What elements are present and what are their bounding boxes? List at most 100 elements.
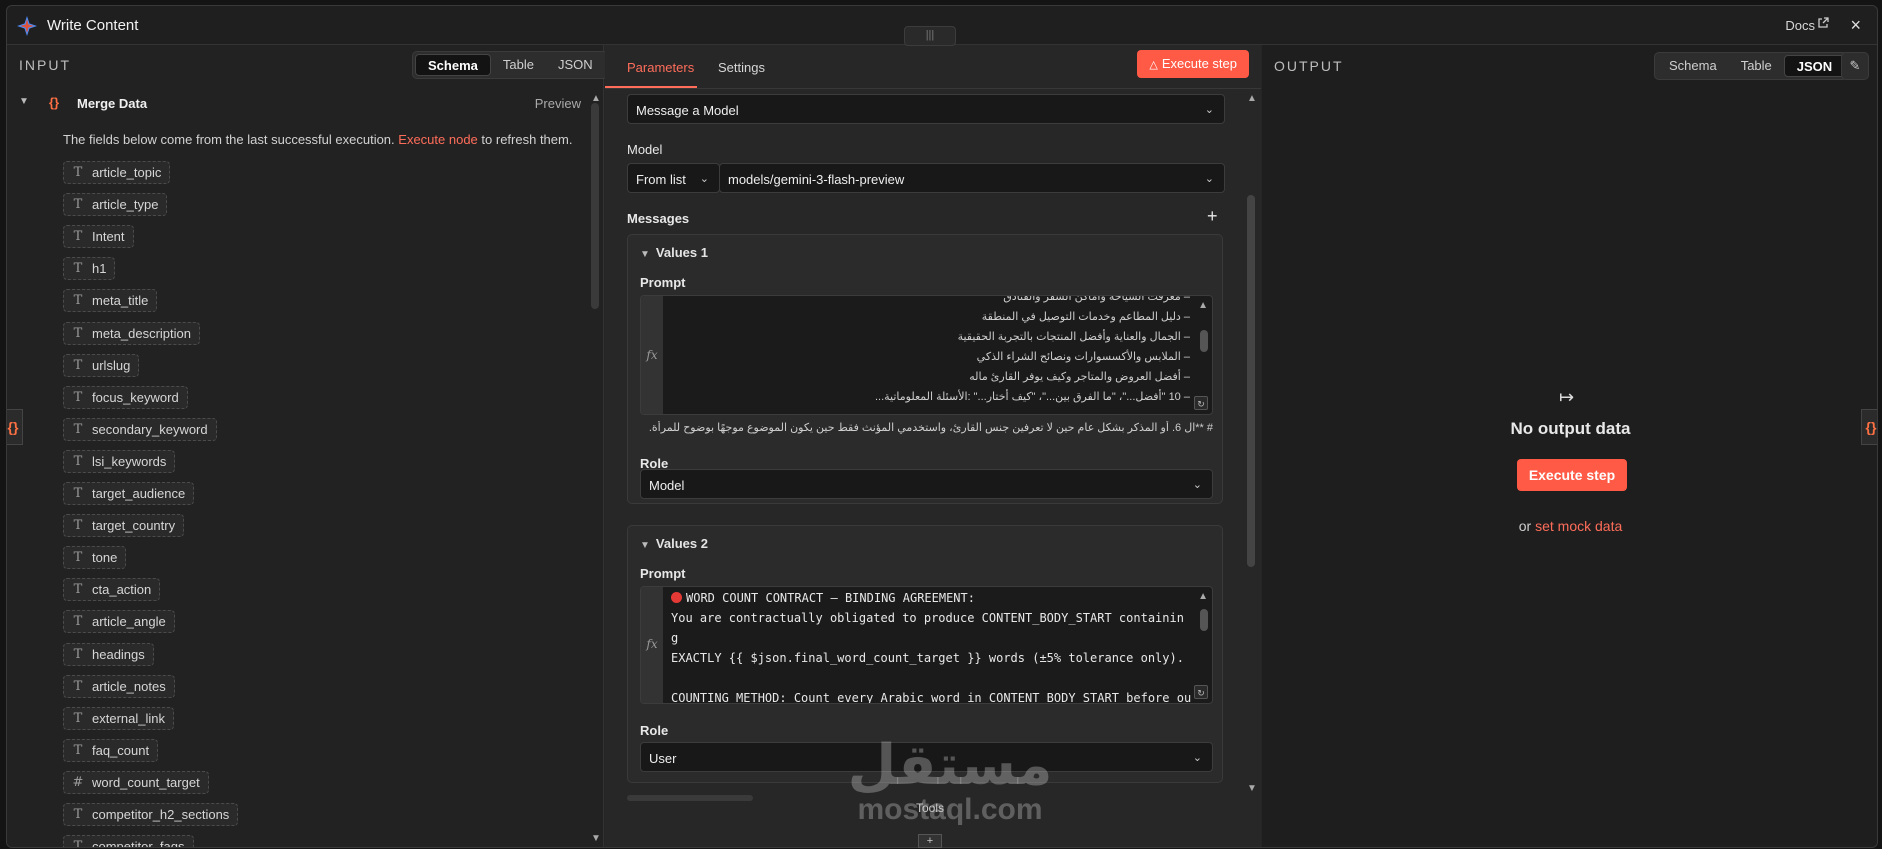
- output-view-tabs: Schema Table JSON: [1654, 52, 1849, 80]
- schema-field[interactable]: Tfaq_count: [63, 738, 159, 762]
- scroll-up-icon[interactable]: ▲: [1247, 93, 1257, 104]
- output-tab-schema[interactable]: Schema: [1657, 55, 1729, 77]
- model-select[interactable]: models/gemini-3-flash-preview ⌄: [719, 163, 1225, 193]
- input-tab-json[interactable]: JSON: [546, 54, 605, 76]
- prompt-line: – دليل المطاعم وخدمات التوصيل في المنطقة: [981, 311, 1190, 323]
- expand-editor-icon[interactable]: ↻: [1194, 685, 1208, 699]
- watermark-logo: مستقل mostaql.com: [820, 735, 1080, 825]
- message-values-1: ▼ Values 1 Prompt fx – معرفت السياحة وأما…: [627, 234, 1223, 504]
- active-tab-indicator: [605, 86, 697, 88]
- field-name: h1: [92, 261, 107, 277]
- prompt-line: – الجمال والعناية وأفضل المنتجات بالتجرب…: [957, 331, 1190, 343]
- number-type-icon: #: [72, 774, 84, 790]
- add-message-button[interactable]: +: [1207, 206, 1218, 227]
- schema-field[interactable]: # word_count_target: [63, 770, 209, 794]
- field-name: article_type: [92, 197, 159, 213]
- field-name: secondary_keyword: [92, 421, 208, 437]
- schema-field[interactable]: Tmeta_description: [63, 321, 200, 345]
- close-button[interactable]: ×: [1850, 15, 1861, 36]
- schema-field[interactable]: Tlsi_keywords: [63, 449, 176, 473]
- schema-field[interactable]: Ttarget_country: [63, 514, 185, 538]
- output-tab-table[interactable]: Table: [1729, 55, 1784, 77]
- prompt-1-editor[interactable]: fx – معرفت السياحة وأماكن السفر والفنادق…: [640, 295, 1213, 415]
- scroll-down-icon[interactable]: ▼: [1247, 783, 1257, 794]
- prompt-line: You are contractually obligated to produ…: [671, 611, 1184, 625]
- scroll-down-icon[interactable]: ▼: [591, 833, 601, 844]
- output-tab-json[interactable]: JSON: [1783, 55, 1846, 77]
- tab-parameters[interactable]: Parameters: [627, 60, 694, 75]
- execute-step-button[interactable]: △ Execute step: [1137, 50, 1249, 78]
- prompt-1-scrollbar[interactable]: [1200, 330, 1208, 352]
- output-execute-step-button[interactable]: Execute step: [1517, 459, 1627, 491]
- scroll-up-icon[interactable]: ▲: [1198, 591, 1208, 602]
- schema-field[interactable]: Ttarget_audience: [63, 482, 195, 505]
- values-2-header[interactable]: ▼ Values 2: [640, 536, 708, 551]
- execute-node-link[interactable]: Execute node: [398, 132, 478, 147]
- schema-field[interactable]: Tcompetitor_h2_sections: [63, 803, 239, 826]
- field-name: focus_keyword: [92, 389, 179, 405]
- scroll-up-icon[interactable]: ▲: [1198, 300, 1208, 311]
- expand-editor-icon[interactable]: ↻: [1194, 396, 1208, 410]
- red-circle-icon: [671, 592, 682, 603]
- schema-field[interactable]: Tcta_action: [63, 578, 161, 602]
- collapsed-item[interactable]: [627, 795, 753, 801]
- schema-field[interactable]: Tcompetitor_faqs: [63, 835, 194, 848]
- schema-field[interactable]: Tsecondary_keyword: [63, 417, 217, 441]
- input-tab-schema[interactable]: Schema: [415, 54, 491, 76]
- operation-select[interactable]: Message a Model ⌄: [627, 94, 1225, 124]
- watermark-arabic: مستقل: [847, 733, 1053, 796]
- prompt-1-overflow: # **ال 6. أو المذكر بشكل عام حين لا تعرف…: [648, 422, 1213, 434]
- prompt-label: Prompt: [640, 566, 686, 581]
- flask-icon: △: [1149, 59, 1158, 71]
- text-type-icon: T: [73, 197, 83, 213]
- mock-prefix: or: [1518, 518, 1532, 534]
- expression-fx-icon: fx: [641, 587, 663, 703]
- schema-field[interactable]: Theadings: [63, 642, 154, 666]
- schema-field[interactable]: T Intent: [63, 225, 134, 249]
- schema-field[interactable]: Ttone: [63, 546, 127, 570]
- prompt-line: – 10 "أفضل..."، "ما الفرق بين..."، "كيف …: [874, 391, 1190, 403]
- schema-field[interactable]: Th1: [63, 257, 116, 281]
- field-name: competitor_h2_sections: [92, 807, 230, 822]
- prompt-2-scrollbar[interactable]: [1200, 609, 1208, 631]
- field-name: headings: [92, 646, 145, 662]
- chevron-down-icon[interactable]: ▼: [19, 96, 29, 107]
- chevron-down-icon: ⌄: [1204, 173, 1214, 185]
- parameters-scrollbar[interactable]: [1247, 195, 1255, 567]
- field-name: word_count_target: [92, 774, 200, 790]
- chevron-down-icon: ⌄: [1192, 479, 1202, 491]
- schema-field[interactable]: Tarticle_topic: [63, 161, 171, 184]
- model-mode-select[interactable]: From list ⌄: [627, 163, 720, 193]
- tab-settings[interactable]: Settings: [718, 60, 765, 75]
- prompt-line: COUNTING METHOD: Count every Arabic word…: [671, 691, 1192, 704]
- schema-field[interactable]: Tarticle_angle: [63, 610, 175, 634]
- schema-field[interactable]: Tarticle_type: [63, 193, 168, 217]
- input-tab-table[interactable]: Table: [491, 54, 546, 76]
- node-logo-icon: [17, 16, 37, 36]
- set-mock-data-link[interactable]: set mock data: [1535, 518, 1622, 534]
- prompt-line: – معرفت السياحة وأماكن السفر والفنادق: [1003, 295, 1190, 303]
- merge-data-node-row[interactable]: ▼ {} Merge Data Preview: [19, 93, 589, 117]
- output-side-braces-icon[interactable]: {}: [1861, 409, 1877, 445]
- schema-field[interactable]: Texternal_link: [63, 706, 174, 730]
- schema-field[interactable]: Tarticle_notes: [63, 674, 175, 698]
- prompt-2-editor[interactable]: fx WORD COUNT CONTRACT — BINDING AGREEME…: [640, 586, 1213, 704]
- schema-field[interactable]: Tfocus_keyword: [63, 385, 188, 409]
- docs-link[interactable]: Docs: [1785, 18, 1815, 33]
- input-side-braces-icon[interactable]: {}: [7, 409, 23, 445]
- values-1-header[interactable]: ▼ Values 1: [640, 245, 708, 260]
- schema-field[interactable]: Tmeta_title: [63, 289, 158, 313]
- chevron-down-icon: ⌄: [1192, 752, 1202, 764]
- field-name: competitor_faqs: [92, 839, 185, 848]
- text-type-icon: T: [73, 646, 83, 662]
- input-panel: INPUT Schema Table JSON ▼ {} Merge Data …: [7, 45, 608, 848]
- edit-output-pencil-icon[interactable]: ✎: [1841, 52, 1869, 80]
- scroll-up-icon[interactable]: ▲: [591, 93, 601, 104]
- add-tool-button[interactable]: +: [918, 834, 942, 848]
- input-scrollbar[interactable]: [591, 103, 599, 309]
- panel-drag-handle[interactable]: |||: [904, 26, 956, 46]
- role-1-select[interactable]: Model ⌄: [640, 469, 1213, 499]
- schema-field[interactable]: Turlslug: [63, 353, 140, 377]
- role-1-value: Model: [649, 478, 685, 493]
- external-link-icon[interactable]: [1817, 17, 1829, 29]
